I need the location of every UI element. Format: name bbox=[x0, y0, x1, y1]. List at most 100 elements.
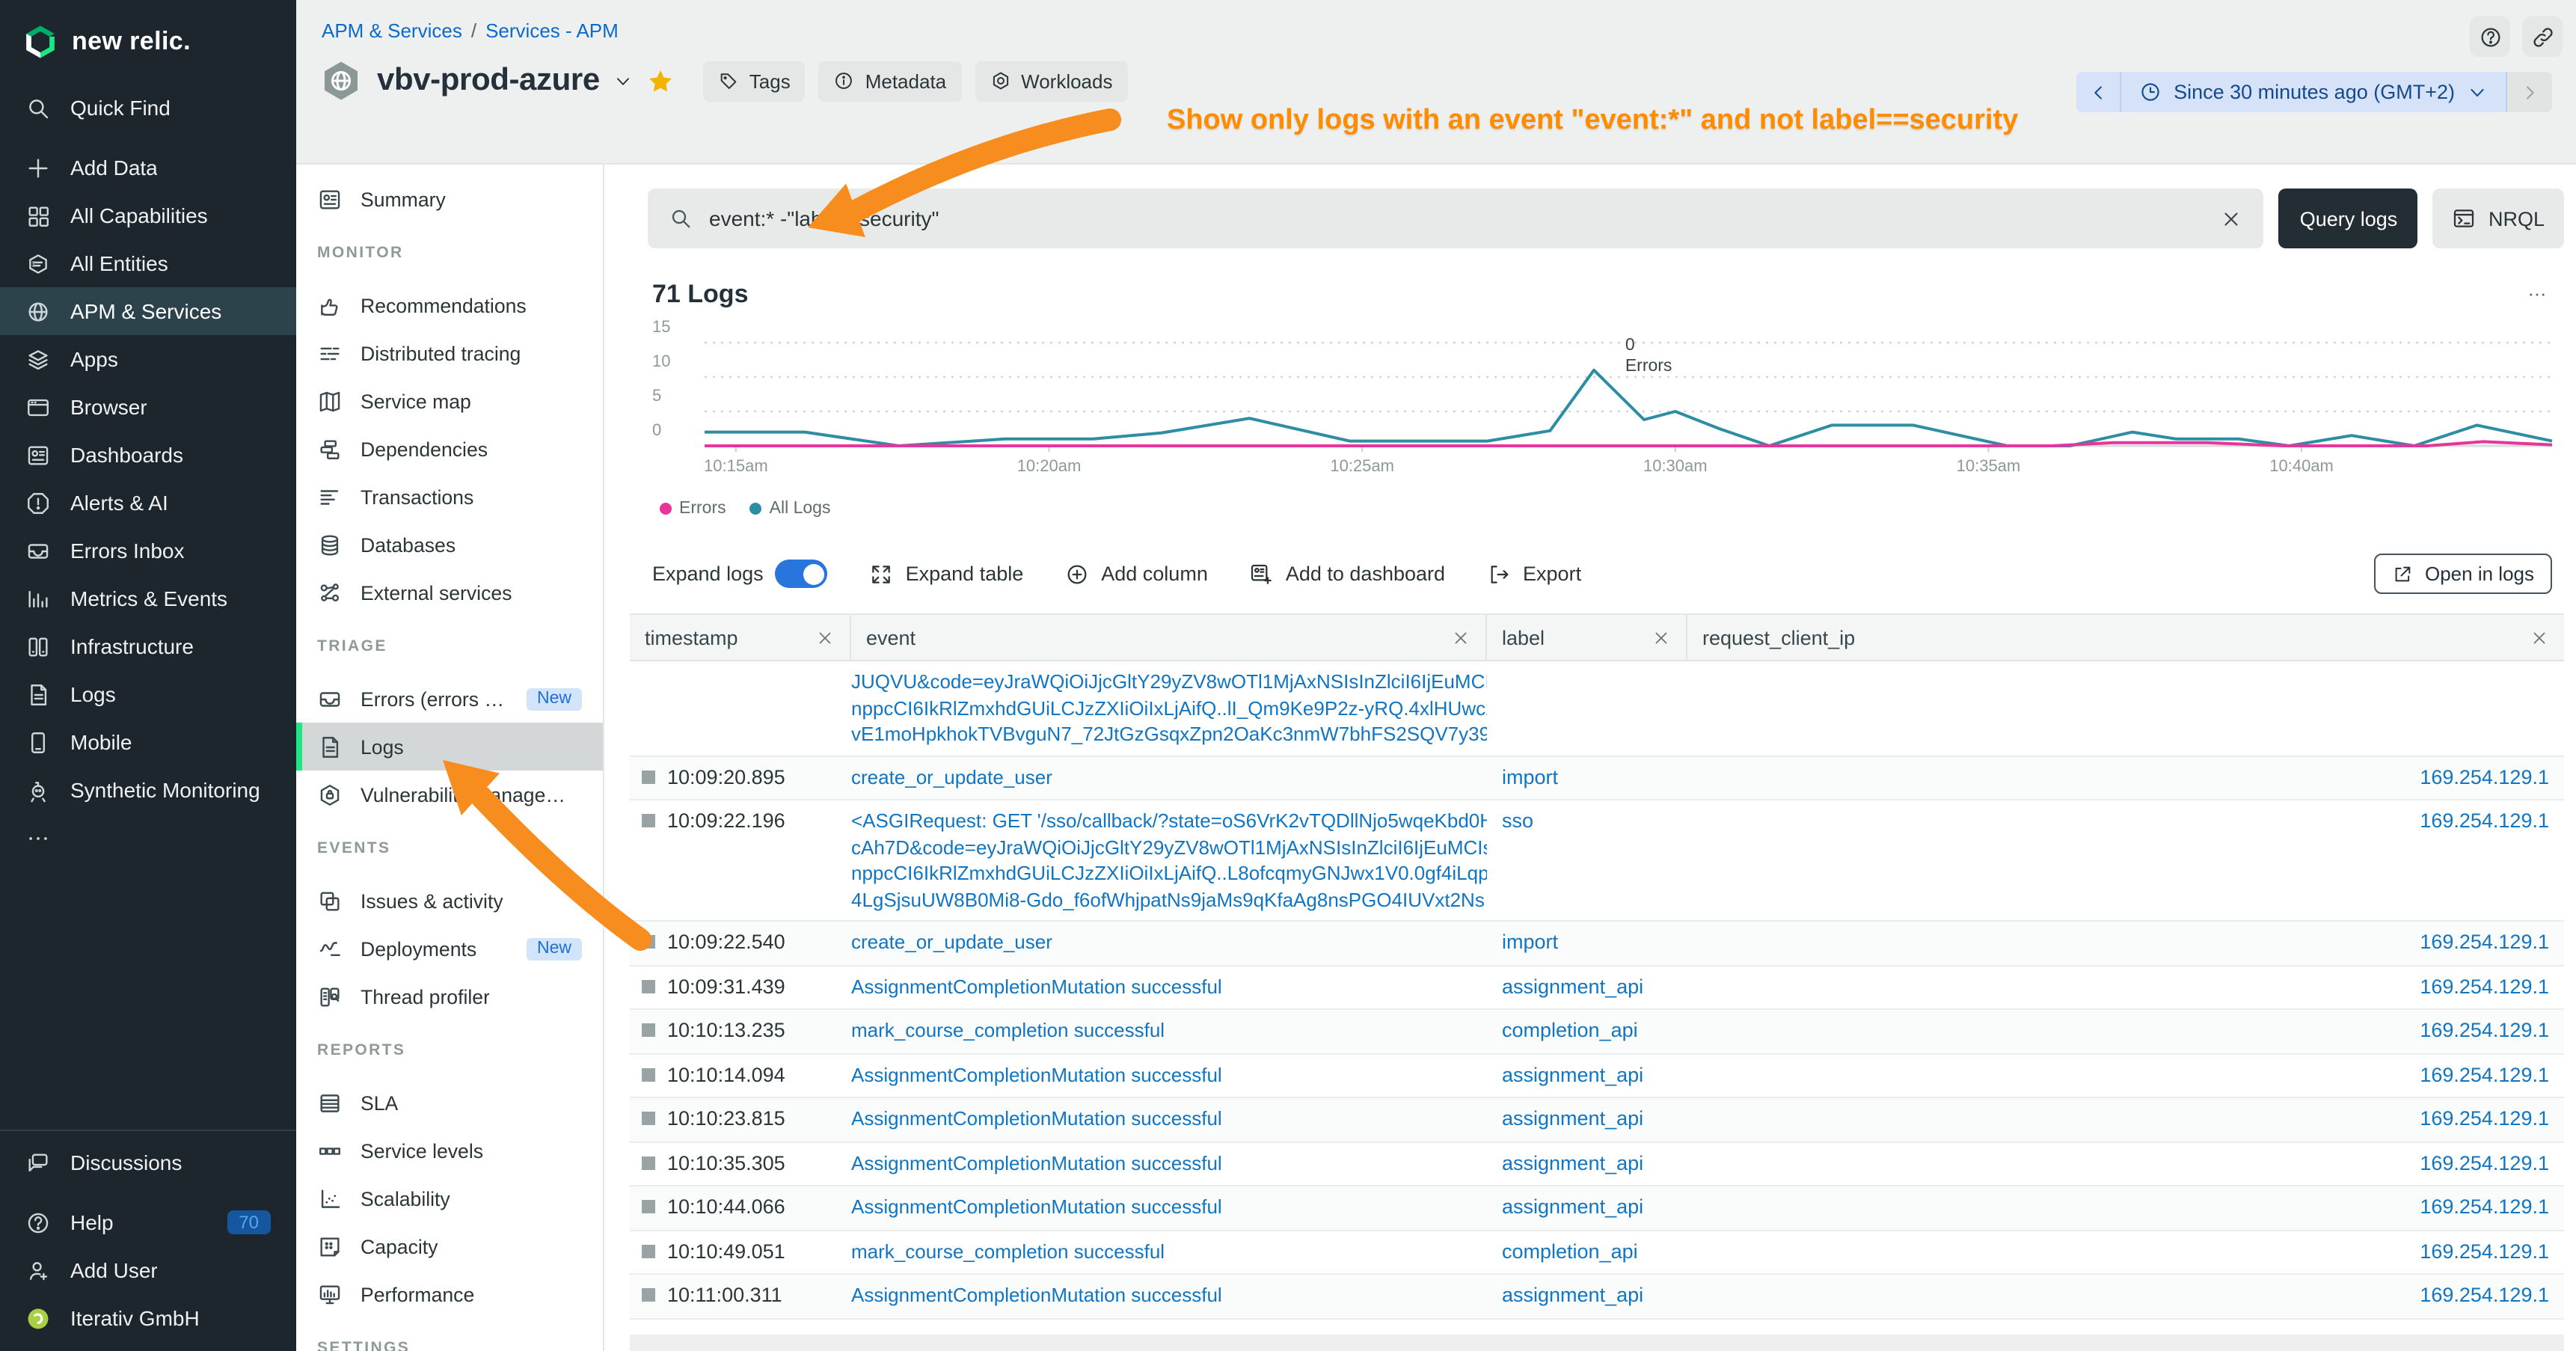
cell-label[interactable]: assignment_api bbox=[1487, 1275, 1687, 1317]
cell-event[interactable]: JUQVU&code=eyJraWQiOiJjcGltY29yZV8wOTl1M… bbox=[851, 661, 1487, 755]
subnav-item-capacity[interactable]: Capacity bbox=[296, 1222, 603, 1270]
cell-label[interactable]: completion_api bbox=[1487, 1231, 1687, 1273]
subnav-item-logs[interactable]: Logs bbox=[296, 723, 603, 771]
cell-request-client-ip[interactable]: 169.254.129.1 bbox=[1687, 1142, 2564, 1185]
favorite-star-icon[interactable] bbox=[646, 67, 675, 95]
row-marker[interactable] bbox=[642, 935, 655, 949]
permalink-button[interactable] bbox=[2522, 16, 2563, 57]
sidebar-item-help[interactable]: Help70 bbox=[0, 1198, 296, 1246]
clear-query-icon[interactable] bbox=[2221, 207, 2243, 230]
cell-event[interactable]: AssignmentCompletionMutation successful bbox=[851, 1142, 1487, 1185]
cell-label[interactable]: assignment_api bbox=[1487, 966, 1687, 1008]
export-button[interactable]: Export bbox=[1487, 562, 1581, 586]
breadcrumb-services-apm[interactable]: Services - APM bbox=[485, 19, 619, 42]
remove-column-icon[interactable] bbox=[815, 628, 835, 647]
cell-label[interactable]: import bbox=[1487, 922, 1687, 964]
open-in-logs-button[interactable]: Open in logs bbox=[2374, 554, 2552, 594]
cell-request-client-ip[interactable]: 169.254.129.1 bbox=[1687, 922, 2564, 964]
remove-column-icon[interactable] bbox=[1451, 628, 1471, 647]
breadcrumb-apm-services[interactable]: APM & Services bbox=[322, 19, 462, 42]
row-marker[interactable] bbox=[642, 814, 655, 827]
help-button[interactable] bbox=[2470, 16, 2510, 57]
row-marker[interactable] bbox=[642, 1067, 655, 1081]
cell-event[interactable]: AssignmentCompletionMutation successful bbox=[851, 966, 1487, 1008]
cell-event[interactable]: mark_course_completion successful bbox=[851, 1010, 1487, 1053]
cell-event[interactable]: <ASGIRequest: GET '/sso/callback/?state=… bbox=[851, 800, 1487, 920]
sidebar-item-all-entities[interactable]: All Entities bbox=[0, 239, 296, 287]
cell-label[interactable]: assignment_api bbox=[1487, 1142, 1687, 1185]
sidebar-item-alerts-ai[interactable]: Alerts & AI bbox=[0, 479, 296, 527]
subnav-item-thread-profiler[interactable]: Thread profiler bbox=[296, 972, 603, 1020]
add-to-dashboard-button[interactable]: Add to dashboard bbox=[1250, 562, 1445, 586]
cell-request-client-ip[interactable]: 169.254.129.1 bbox=[1687, 800, 2564, 843]
subnav-item-external-services[interactable]: External services bbox=[296, 569, 603, 616]
cell-request-client-ip[interactable]: 169.254.129.1 bbox=[1687, 1186, 2564, 1229]
table-row[interactable]: 10:11:00.311AssignmentCompletionMutation… bbox=[630, 1275, 2564, 1319]
logs-query-input[interactable]: event:* -"label":"security" bbox=[648, 189, 2264, 248]
row-marker[interactable] bbox=[642, 1156, 655, 1169]
cell-event[interactable]: AssignmentCompletionMutation successful bbox=[851, 1186, 1487, 1229]
expand-logs-toggle[interactable] bbox=[776, 560, 828, 588]
nrql-button[interactable]: NRQL bbox=[2433, 189, 2564, 248]
table-row[interactable]: JUQVU&code=eyJraWQiOiJjcGltY29yZV8wOTl1M… bbox=[630, 661, 2564, 756]
cell-event[interactable]: create_or_update_user bbox=[851, 756, 1487, 799]
time-picker-dropdown[interactable]: Since 30 minutes ago (GMT+2) bbox=[2121, 72, 2507, 112]
table-row[interactable]: 10:10:23.815AssignmentCompletionMutation… bbox=[630, 1098, 2564, 1142]
row-marker[interactable] bbox=[642, 1112, 655, 1125]
sidebar-item-errors-inbox[interactable]: Errors Inbox bbox=[0, 527, 296, 575]
row-marker[interactable] bbox=[642, 1244, 655, 1257]
subnav-item-dependencies[interactable]: Dependencies bbox=[296, 425, 603, 473]
expand-table-button[interactable]: Expand table bbox=[870, 562, 1024, 586]
cell-request-client-ip[interactable]: 169.254.129.1 bbox=[1687, 1231, 2564, 1273]
sidebar-item-discussions[interactable]: Discussions bbox=[0, 1139, 296, 1186]
table-row[interactable]: 10:10:35.305AssignmentCompletionMutation… bbox=[630, 1142, 2564, 1186]
panel-more-menu[interactable] bbox=[2522, 284, 2552, 305]
query-logs-button[interactable]: Query logs bbox=[2279, 189, 2418, 248]
table-row[interactable]: 10:10:44.066AssignmentCompletionMutation… bbox=[630, 1186, 2564, 1231]
cell-label[interactable]: sso bbox=[1487, 800, 1687, 843]
subnav-item-sla[interactable]: SLA bbox=[296, 1079, 603, 1127]
cell-event[interactable]: create_or_update_user bbox=[851, 922, 1487, 964]
row-marker[interactable] bbox=[642, 1023, 655, 1037]
subnav-item-issues-activity[interactable]: Issues & activity bbox=[296, 877, 603, 925]
sidebar-item-add-user[interactable]: Add User bbox=[0, 1246, 296, 1294]
cell-label[interactable]: assignment_api bbox=[1487, 1186, 1687, 1229]
sidebar-item-apm-services[interactable]: APM & Services bbox=[0, 287, 296, 335]
legend-all-logs[interactable]: All Logs bbox=[750, 500, 831, 518]
sidebar-item-logs[interactable]: Logs bbox=[0, 670, 296, 718]
subnav-item-service-levels[interactable]: Service levels bbox=[296, 1127, 603, 1174]
tags-button[interactable]: Tags bbox=[703, 61, 806, 101]
subnav-item-scalability[interactable]: Scalability bbox=[296, 1174, 603, 1222]
time-picker-next-button[interactable] bbox=[2507, 72, 2552, 112]
column-header-event[interactable]: event bbox=[851, 615, 1487, 660]
sidebar-item-iterativ-gmbh[interactable]: Iterativ GmbH bbox=[0, 1294, 296, 1342]
cell-event[interactable]: AssignmentCompletionMutation successful bbox=[851, 1054, 1487, 1097]
cell-label[interactable]: completion_api bbox=[1487, 1010, 1687, 1053]
entity-switcher-chevron-icon[interactable] bbox=[613, 71, 633, 91]
subnav-item-errors-errors-inb[interactable]: Errors (errors inb...New bbox=[296, 675, 603, 723]
workloads-button[interactable]: Workloads bbox=[975, 61, 1127, 101]
subnav-item-recommendations[interactable]: Recommendations bbox=[296, 281, 603, 329]
sidebar-item-metrics-events[interactable]: Metrics & Events bbox=[0, 575, 296, 622]
subnav-item-transactions[interactable]: Transactions bbox=[296, 473, 603, 521]
row-marker[interactable] bbox=[642, 770, 655, 783]
sidebar-item-synthetic-monitoring[interactable]: Synthetic Monitoring bbox=[0, 766, 296, 814]
subnav-item-vulnerability-management[interactable]: Vulnerability Management bbox=[296, 771, 603, 818]
column-header-request-client-ip[interactable]: request_client_ip bbox=[1687, 615, 2564, 660]
cell-request-client-ip[interactable]: 169.254.129.1 bbox=[1687, 966, 2564, 1008]
cell-request-client-ip[interactable] bbox=[1687, 661, 2564, 704]
subnav-item-service-map[interactable]: Service map bbox=[296, 377, 603, 425]
remove-column-icon[interactable] bbox=[1652, 628, 1671, 647]
table-row[interactable]: 10:09:22.540create_or_update_userimport1… bbox=[630, 922, 2564, 966]
row-marker[interactable] bbox=[642, 1288, 655, 1302]
cell-label[interactable]: assignment_api bbox=[1487, 1098, 1687, 1141]
table-row[interactable]: 10:09:20.895create_or_update_userimport1… bbox=[630, 756, 2564, 800]
cell-label[interactable]: assignment_api bbox=[1487, 1054, 1687, 1097]
cell-request-client-ip[interactable]: 169.254.129.1 bbox=[1687, 756, 2564, 799]
row-marker[interactable] bbox=[642, 979, 655, 993]
column-header-timestamp[interactable]: timestamp bbox=[630, 615, 851, 660]
table-row[interactable]: 10:09:22.196<ASGIRequest: GET '/sso/call… bbox=[630, 800, 2564, 922]
subnav-item-deployments[interactable]: DeploymentsNew bbox=[296, 925, 603, 972]
add-column-button[interactable]: Add column bbox=[1065, 562, 1208, 586]
cell-event[interactable]: AssignmentCompletionMutation successful bbox=[851, 1098, 1487, 1141]
